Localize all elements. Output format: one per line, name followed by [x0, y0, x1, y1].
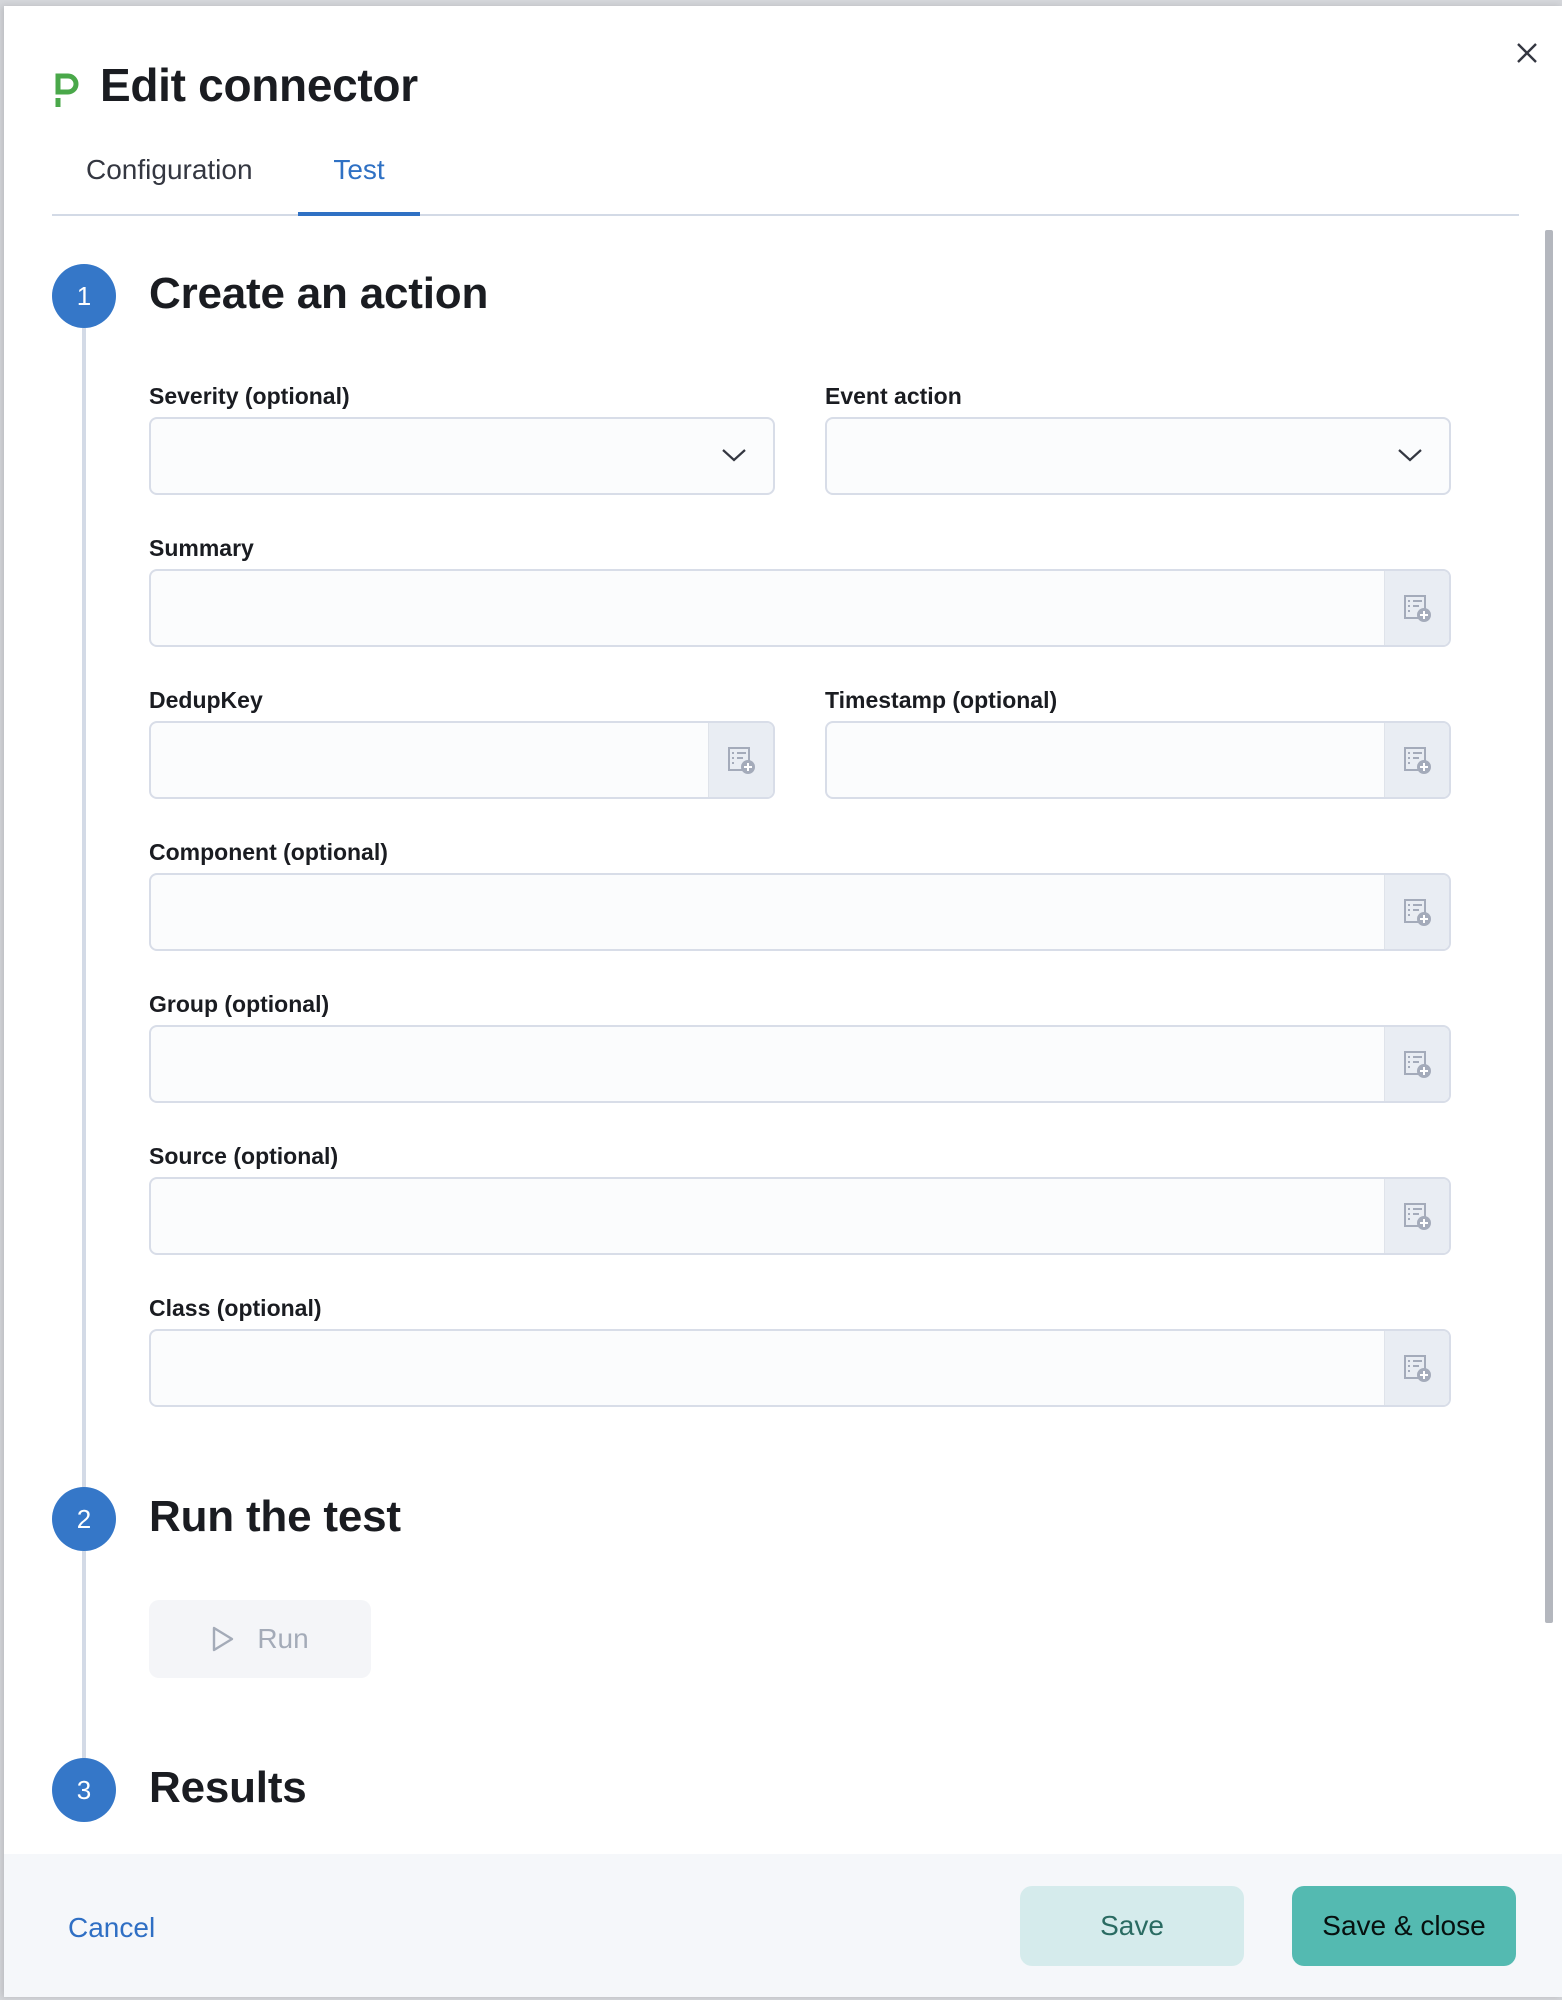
add-variable-button[interactable]	[1384, 571, 1449, 645]
save-button[interactable]: Save	[1020, 1886, 1244, 1966]
component-input[interactable]	[151, 875, 1385, 949]
step-number: 2	[52, 1487, 116, 1551]
dedup-key-label: DedupKey	[149, 687, 263, 713]
run-button[interactable]: Run	[149, 1600, 371, 1678]
edit-connector-flyout: Edit connector Configuration Test 1 Crea…	[4, 6, 1562, 1997]
cancel-button[interactable]: Cancel	[68, 1912, 155, 1944]
severity-select[interactable]	[151, 419, 773, 493]
event-action-label: Event action	[825, 383, 962, 409]
pagerduty-logo-icon	[55, 73, 79, 107]
group-input[interactable]	[151, 1027, 1385, 1101]
step-title: Results	[149, 1763, 307, 1812]
add-variable-button[interactable]	[1384, 723, 1449, 797]
step-title: Create an action	[149, 269, 489, 318]
flyout-title: Edit connector	[100, 59, 418, 111]
source-field	[149, 1177, 1451, 1255]
severity-label: Severity (optional)	[149, 383, 350, 409]
dedup-key-input[interactable]	[151, 723, 709, 797]
add-variable-button[interactable]	[708, 723, 773, 797]
summary-label: Summary	[149, 535, 254, 561]
summary-input[interactable]	[151, 571, 1385, 645]
add-variable-icon	[728, 747, 755, 774]
add-variable-icon	[1404, 1203, 1431, 1230]
source-label: Source (optional)	[149, 1143, 339, 1169]
component-field	[149, 873, 1451, 951]
dedup-key-field	[149, 721, 775, 799]
save-and-close-button[interactable]: Save & close	[1292, 1886, 1516, 1966]
add-variable-button[interactable]	[1384, 1179, 1449, 1253]
tab-test[interactable]: Test	[298, 154, 420, 216]
step-connector-line	[82, 328, 86, 1528]
close-icon[interactable]	[1510, 36, 1544, 70]
step-number: 1	[52, 264, 116, 328]
step-number: 3	[52, 1758, 116, 1822]
add-variable-icon	[1404, 899, 1431, 926]
source-input[interactable]	[151, 1179, 1385, 1253]
class-label: Class (optional)	[149, 1295, 322, 1321]
timestamp-input[interactable]	[827, 723, 1385, 797]
add-variable-button[interactable]	[1384, 1027, 1449, 1101]
step-title: Run the test	[149, 1492, 401, 1541]
class-field	[149, 1329, 1451, 1407]
event-action-select[interactable]	[827, 419, 1449, 493]
add-variable-button[interactable]	[1384, 875, 1449, 949]
timestamp-field	[825, 721, 1451, 799]
group-field	[149, 1025, 1451, 1103]
add-variable-icon	[1404, 595, 1431, 622]
add-variable-icon	[1404, 1355, 1431, 1382]
flyout-footer: Cancel Save Save & close	[4, 1854, 1562, 1997]
class-input[interactable]	[151, 1331, 1385, 1405]
add-variable-icon	[1404, 747, 1431, 774]
event-action-field	[825, 417, 1451, 495]
play-icon	[213, 1626, 234, 1652]
severity-field	[149, 417, 775, 495]
run-label: Run	[257, 1623, 309, 1654]
group-label: Group (optional)	[149, 991, 330, 1017]
add-variable-button[interactable]	[1384, 1331, 1449, 1405]
component-label: Component (optional)	[149, 839, 388, 865]
add-variable-icon	[1404, 1051, 1431, 1078]
summary-field	[149, 569, 1451, 647]
scrollbar[interactable]	[1545, 230, 1553, 1623]
tab-bar: Configuration Test	[52, 146, 1519, 216]
step-connector-line	[82, 1551, 86, 1771]
tab-configuration[interactable]: Configuration	[82, 154, 257, 212]
timestamp-label: Timestamp (optional)	[825, 687, 1058, 713]
